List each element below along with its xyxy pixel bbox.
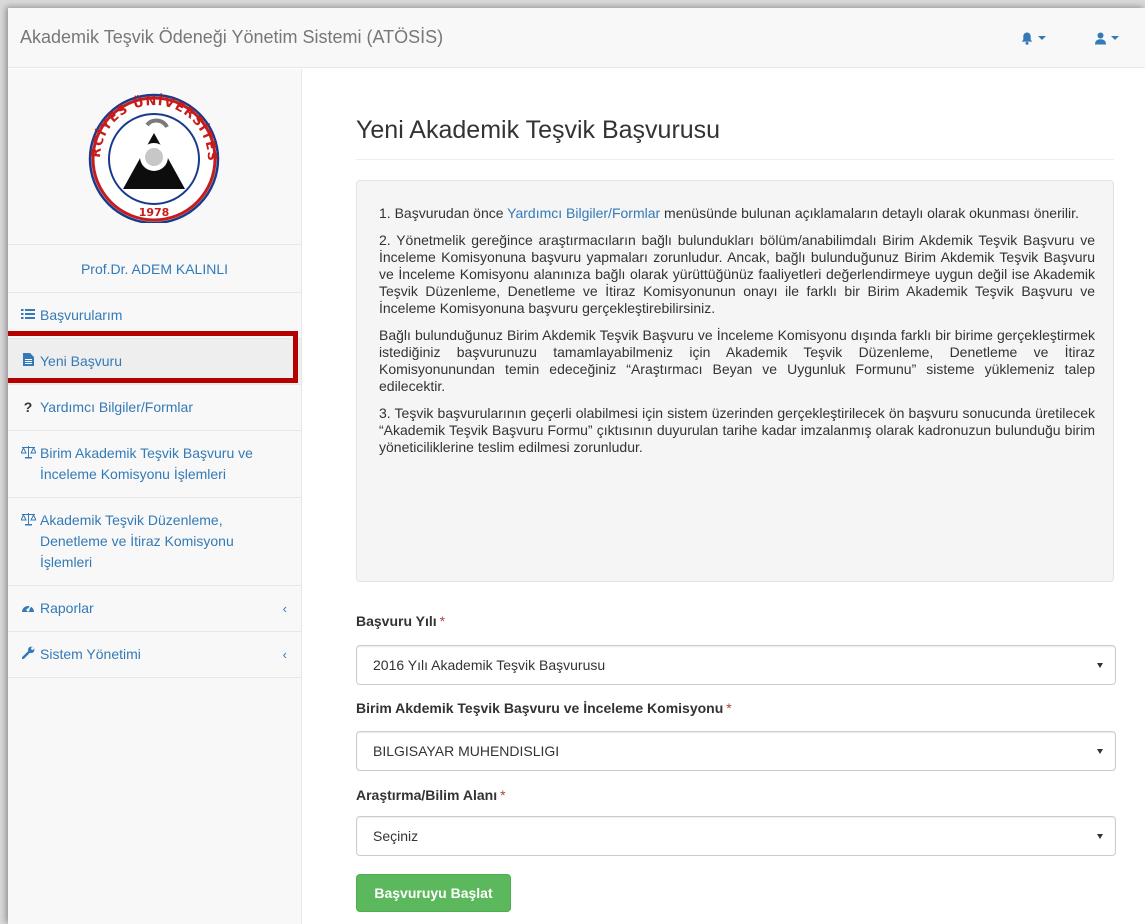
user-icon [1095, 32, 1106, 44]
page-title: Yeni Akademik Teşvik Başvurusu [356, 116, 1114, 160]
sidebar-item-raporlar[interactable]: Raporlar ‹ [8, 586, 301, 632]
info-paragraph-2: 2. Yönetmelik gereğince araştırmacıların… [379, 232, 1095, 316]
chevron-down-icon [1111, 36, 1119, 40]
list-icon [20, 305, 36, 326]
dashboard-icon [20, 598, 36, 619]
research-field-select[interactable]: Seçiniz [356, 816, 1116, 856]
notifications-dropdown[interactable] [1021, 28, 1046, 48]
year-label: Başvuru Yılı * [356, 613, 446, 629]
sidebar-item-basvurularim[interactable]: Başvurularım [8, 293, 301, 339]
sidebar-item-yardimci-bilgiler[interactable]: ? Yardımcı Bilgiler/Formlar [8, 385, 301, 431]
sidebar-item-birim-komisyon[interactable]: Birim Akademik Teşvik Başvuru ve İncelem… [8, 431, 301, 498]
sidebar-item-sistem-yonetimi[interactable]: Sistem Yönetimi ‹ [8, 632, 301, 678]
chevron-down-icon [1097, 749, 1103, 754]
question-icon: ? [23, 399, 33, 415]
chevron-down-icon [1097, 834, 1103, 839]
user-dropdown[interactable] [1095, 28, 1119, 48]
svg-text:1978: 1978 [139, 206, 170, 219]
sidebar-item-label: Yeni Başvuru [40, 353, 122, 369]
sidebar: ERCİYES ÜNİVERSİTESİ 1978 Prof.Dr. ADEM … [8, 69, 302, 924]
sidebar-item-label: Başvurularım [40, 307, 123, 323]
wrench-icon [20, 644, 36, 665]
sidebar-item-duzenleme-komisyon[interactable]: Akademik Teşvik Düzenleme, Denetleme ve … [8, 498, 301, 586]
sidebar-item-label: Yardımcı Bilgiler/Formlar [40, 399, 193, 415]
sidebar-item-label: Birim Akademik Teşvik Başvuru ve İncelem… [40, 445, 253, 482]
year-select[interactable]: 2016 Yılı Akademik Teşvik Başvurusu [356, 645, 1116, 685]
info-paragraph-4: 3. Teşvik başvurularının geçerli olabilm… [379, 405, 1095, 455]
chevron-left-icon: ‹ [282, 647, 287, 662]
sidebar-item-label: Sistem Yönetimi [40, 646, 141, 662]
balance-scale-icon [19, 511, 37, 532]
helper-forms-link[interactable]: Yardımcı Bilgiler/Formlar [507, 205, 660, 221]
chevron-left-icon: ‹ [282, 601, 287, 616]
commission-label: Birim Akdemik Teşvik Başvuru ve İnceleme… [356, 700, 732, 716]
info-paragraph-3: Bağlı bulunduğunuz Birim Akdemik Teşvik … [379, 327, 1095, 394]
bell-icon [1021, 32, 1033, 45]
info-panel: 1. Başvurudan önce Yardımcı Bilgiler/For… [356, 180, 1114, 582]
file-icon [20, 351, 36, 372]
sidebar-item-label: Akademik Teşvik Düzenleme, Denetleme ve … [40, 512, 234, 570]
required-mark: * [439, 613, 446, 629]
required-mark: * [726, 700, 732, 716]
sidebar-item-label: Raporlar [40, 600, 94, 616]
app-window: Akademik Teşvik Ödeneği Yönetim Sistemi … [8, 8, 1145, 924]
commission-select[interactable]: BILGISAYAR MUHENDISLIGI [356, 731, 1116, 771]
user-name[interactable]: Prof.Dr. ADEM KALINLI [8, 245, 301, 293]
info-paragraph-1: 1. Başvurudan önce Yardımcı Bilgiler/For… [379, 205, 1079, 221]
main-content: Yeni Akademik Teşvik Başvurusu 1. Başvur… [303, 68, 1145, 924]
university-logo: ERCİYES ÜNİVERSİTESİ 1978 [77, 93, 220, 223]
balance-scale-icon [19, 444, 37, 465]
sidebar-item-yeni-basvuru[interactable]: Yeni Başvuru [8, 339, 301, 385]
required-mark: * [500, 787, 506, 803]
research-field-label: Araştırma/Bilim Alanı * [356, 787, 506, 803]
start-application-button[interactable]: Başvuruyu Başlat [356, 874, 511, 912]
app-title[interactable]: Akademik Teşvik Ödeneği Yönetim Sistemi … [20, 27, 443, 48]
university-logo-container: ERCİYES ÜNİVERSİTESİ 1978 [8, 69, 301, 245]
top-navbar: Akademik Teşvik Ödeneği Yönetim Sistemi … [8, 8, 1145, 68]
chevron-down-icon [1097, 663, 1103, 668]
chevron-down-icon [1038, 36, 1046, 40]
